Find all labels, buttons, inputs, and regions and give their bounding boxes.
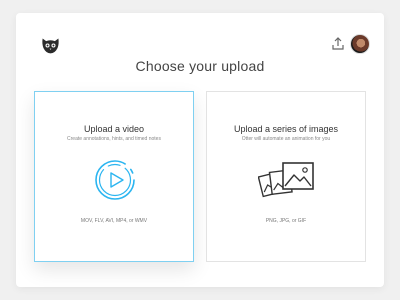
upload-video-subtitle: Create annotations, hints, and timed not…	[67, 136, 161, 142]
upload-images-title: Upload a series of images	[233, 124, 339, 134]
upload-video-card[interactable]: Upload a video Create annotations, hints…	[34, 91, 194, 262]
app-window: Choose your upload Upload a video Create…	[16, 13, 384, 287]
upload-video-title: Upload a video	[83, 124, 145, 134]
upload-images-card[interactable]: Upload a series of images Otter will aut…	[206, 91, 366, 262]
page-title: Choose your upload	[135, 58, 265, 74]
user-avatar[interactable]	[350, 34, 370, 54]
play-circle-icon	[95, 160, 135, 200]
upload-images-formats: PNG, JPG, or GIF	[265, 218, 307, 224]
upload-images-subtitle: Otter will automate an animation for you	[241, 136, 331, 142]
owl-face-icon[interactable]	[40, 35, 61, 56]
upload-video-formats: MOV, FLV, AVI, MP4, or WMV	[80, 218, 148, 224]
upload-icon[interactable]	[330, 36, 346, 52]
photos-icon	[258, 162, 314, 198]
